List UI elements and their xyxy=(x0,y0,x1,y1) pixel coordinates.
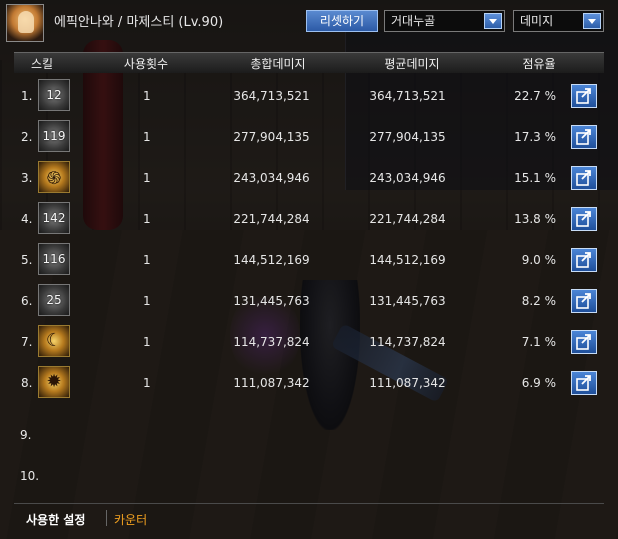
reset-button[interactable]: 리셋하기 xyxy=(306,10,378,32)
row-average-damage: 277,904,135 xyxy=(369,130,446,144)
table-row: 5. 116 1 144,512,169 144,512,169 9.0 % xyxy=(0,241,618,279)
row-rank: 7. xyxy=(21,335,33,349)
column-skill: 스킬 xyxy=(30,57,54,71)
table-row: 3. ֍ 1 243,034,946 243,034,946 15.1 % xyxy=(0,159,618,197)
row-rank: 2. xyxy=(21,130,33,144)
row-average-damage: 364,713,521 xyxy=(369,89,446,103)
row-share: 15.1 % xyxy=(514,171,556,185)
strike-skill-icon: 142 xyxy=(38,202,70,234)
row-average-damage: 221,744,284 xyxy=(369,212,446,226)
table-row: 2. 119 1 277,904,135 277,904,135 17.3 % xyxy=(0,118,618,156)
row-rank: 1. xyxy=(21,89,33,103)
skill-glyph: ✹ xyxy=(46,371,62,392)
open-detail-icon[interactable] xyxy=(571,289,597,313)
blade-skill-icon: 119 xyxy=(38,120,70,152)
row-rank: 6. xyxy=(21,294,33,308)
row-total-damage: 144,512,169 xyxy=(233,253,310,267)
skill-glyph: ֍ xyxy=(46,168,62,189)
row-rank: 4. xyxy=(21,212,33,226)
row-share: 17.3 % xyxy=(514,130,556,144)
row-uses: 1 xyxy=(143,335,151,349)
table-row: 4. 142 1 221,744,284 221,744,284 13.8 % xyxy=(0,200,618,238)
column-share: 점유율 xyxy=(522,57,556,71)
table-header: 스킬 사용횟수 총합데미지 평균데미지 점유율 xyxy=(14,52,604,73)
row-uses: 1 xyxy=(143,89,151,103)
bottom-tabs: 사용한 설정 카운터 xyxy=(14,503,604,532)
row-total-damage: 243,034,946 xyxy=(233,171,310,185)
row-share: 13.8 % xyxy=(514,212,556,226)
row-average-damage: 114,737,824 xyxy=(369,335,446,349)
skill-level-label: 116 xyxy=(42,252,66,266)
open-detail-icon[interactable] xyxy=(571,330,597,354)
row-share: 7.1 % xyxy=(521,335,556,349)
row-total-damage: 131,445,763 xyxy=(233,294,310,308)
skill-glyph: ☾ xyxy=(45,330,63,351)
row-rank: 3. xyxy=(21,171,33,185)
row-total-damage: 111,087,342 xyxy=(233,376,310,390)
column-total: 총합데미지 xyxy=(250,57,306,71)
row-share: 8.2 % xyxy=(521,294,556,308)
empty-row-rank: 10. xyxy=(20,469,40,483)
row-uses: 1 xyxy=(143,130,151,144)
skill-level-label: 12 xyxy=(46,88,62,102)
row-average-damage: 131,445,763 xyxy=(369,294,446,308)
row-uses: 1 xyxy=(143,294,151,308)
row-uses: 1 xyxy=(143,376,151,390)
row-share: 9.0 % xyxy=(521,253,556,267)
tab-used-settings[interactable]: 사용한 설정 xyxy=(26,511,85,528)
open-detail-icon[interactable] xyxy=(571,371,597,395)
open-detail-icon[interactable] xyxy=(571,248,597,272)
sort-select[interactable]: 데미지 xyxy=(513,10,604,32)
sort-select-value: 데미지 xyxy=(520,14,554,28)
row-average-damage: 243,034,946 xyxy=(369,171,446,185)
dps-meter-header: 에픽안나와 / 마제스티 (Lv.90) 리셋하기 거대누골 데미지 xyxy=(0,0,618,46)
tab-counter[interactable]: 카운터 xyxy=(114,511,147,528)
open-detail-icon[interactable] xyxy=(571,125,597,149)
row-uses: 1 xyxy=(143,253,151,267)
table-row: 7. ☾ 1 114,737,824 114,737,824 7.1 % xyxy=(0,323,618,361)
slash-skill-icon: 12 xyxy=(38,79,70,111)
skill-level-label: 142 xyxy=(42,211,66,225)
row-average-damage: 144,512,169 xyxy=(369,253,446,267)
column-average: 평균데미지 xyxy=(384,57,440,71)
open-detail-icon[interactable] xyxy=(571,166,597,190)
vortex-skill-icon: ֍ xyxy=(38,161,70,193)
moon-skill-icon: ☾ xyxy=(38,325,70,357)
chevron-down-icon[interactable] xyxy=(583,13,601,29)
row-average-damage: 111,087,342 xyxy=(369,376,446,390)
row-rank: 8. xyxy=(21,376,33,390)
table-row: 8. ✹ 1 111,087,342 111,087,342 6.9 % xyxy=(0,364,618,402)
burst-skill-icon: ✹ xyxy=(38,366,70,398)
row-rank: 5. xyxy=(21,253,33,267)
wave-skill-icon: 116 xyxy=(38,243,70,275)
mode-select[interactable]: 거대누골 xyxy=(384,10,505,32)
row-share: 6.9 % xyxy=(521,376,556,390)
open-detail-icon[interactable] xyxy=(571,84,597,108)
row-total-damage: 277,904,135 xyxy=(233,130,310,144)
cross-skill-icon: 25 xyxy=(38,284,70,316)
row-total-damage: 221,744,284 xyxy=(233,212,310,226)
tab-divider xyxy=(106,510,107,526)
table-row: 1. 12 1 364,713,521 364,713,521 22.7 % xyxy=(0,77,618,115)
character-portrait xyxy=(6,4,44,42)
row-total-damage: 114,737,824 xyxy=(233,335,310,349)
chevron-down-icon[interactable] xyxy=(484,13,502,29)
row-share: 22.7 % xyxy=(514,89,556,103)
empty-row-rank: 9. xyxy=(20,428,32,442)
mode-select-value: 거대누골 xyxy=(391,14,436,28)
skill-level-label: 25 xyxy=(46,293,62,307)
row-uses: 1 xyxy=(143,212,151,226)
column-uses: 사용횟수 xyxy=(123,57,169,71)
skill-level-label: 119 xyxy=(42,129,66,143)
character-name-level: 에픽안나와 / 마제스티 (Lv.90) xyxy=(54,15,224,30)
row-uses: 1 xyxy=(143,171,151,185)
row-total-damage: 364,713,521 xyxy=(233,89,310,103)
table-row: 6. 25 1 131,445,763 131,445,763 8.2 % xyxy=(0,282,618,320)
open-detail-icon[interactable] xyxy=(571,207,597,231)
